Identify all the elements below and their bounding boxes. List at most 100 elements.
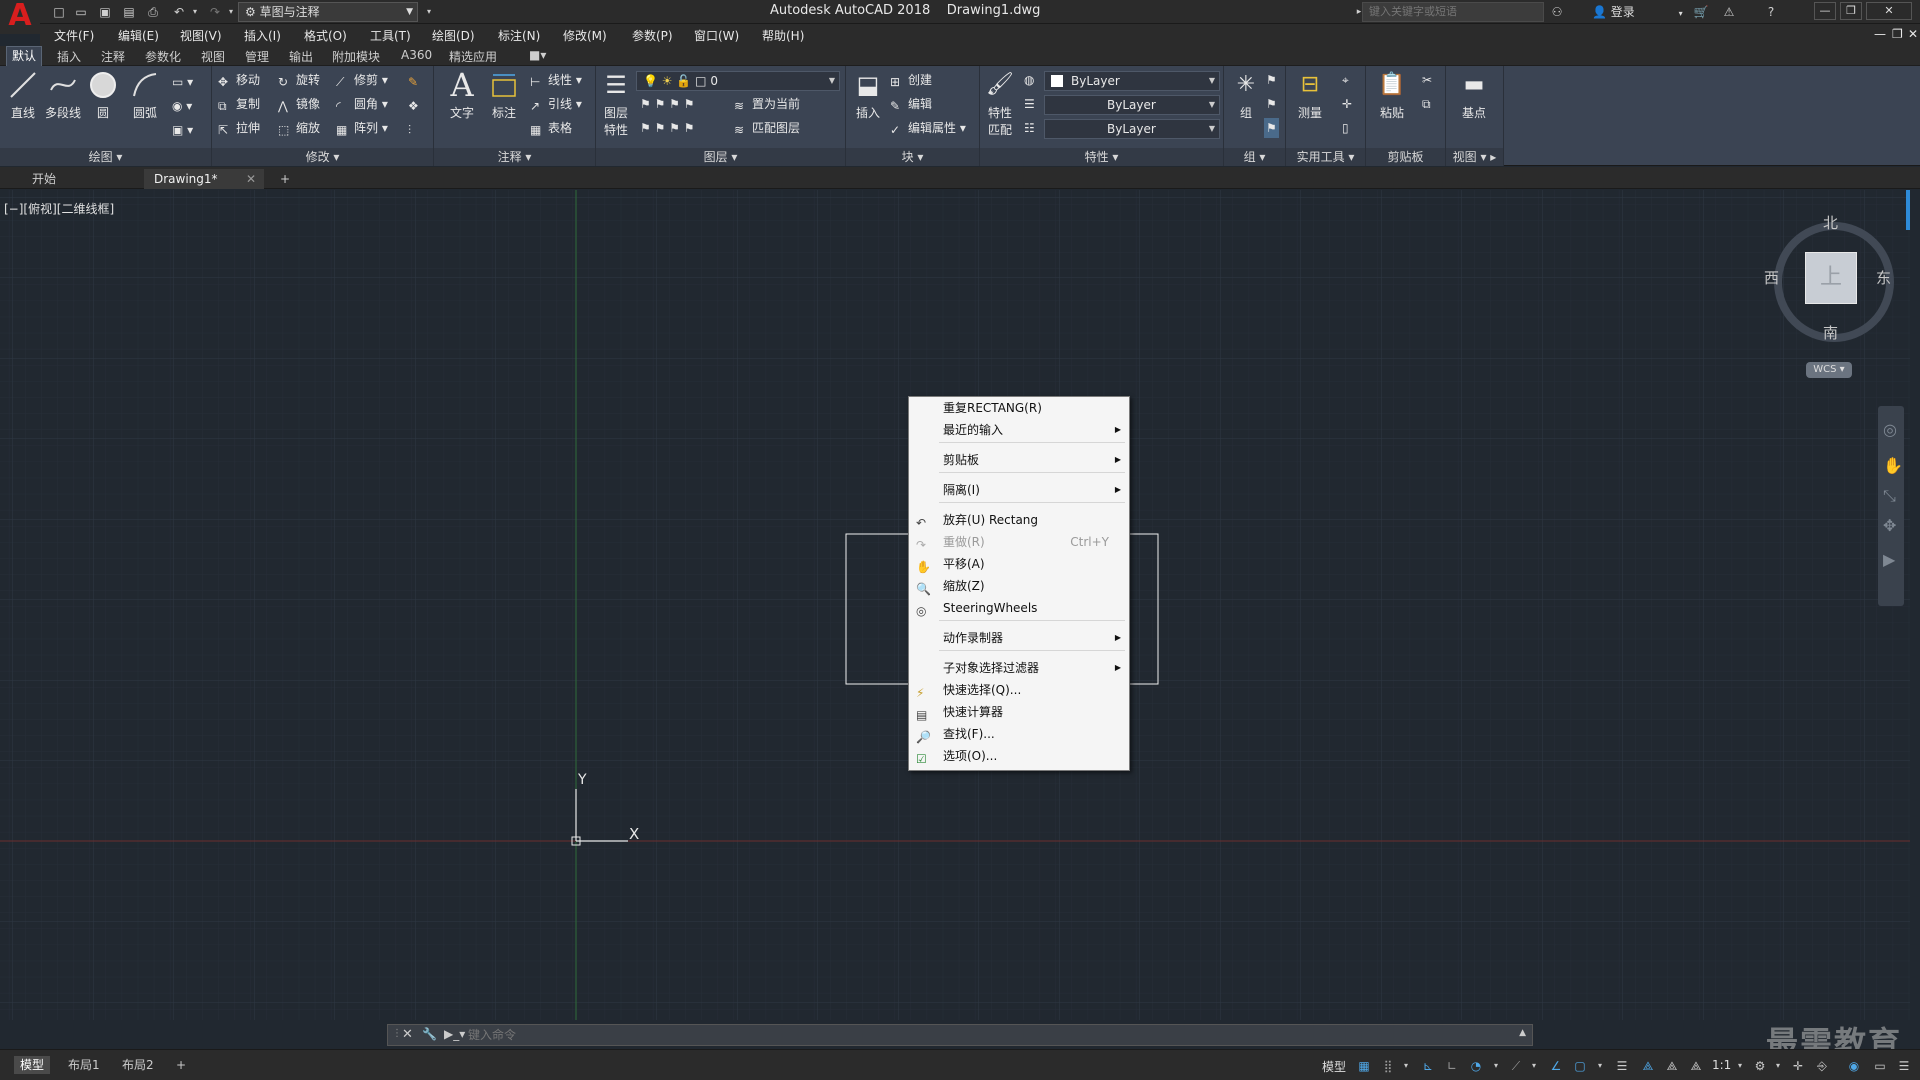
make-current-tool[interactable]: ≋ 置为当前 — [734, 94, 800, 114]
measure-tool[interactable]: ⊟ 测量 — [1290, 70, 1330, 121]
lineweight-toggle-icon[interactable]: ☰ — [1614, 1058, 1630, 1074]
group-edit-icon[interactable]: ⚑ — [1266, 94, 1277, 114]
tab-start[interactable]: 开始 — [22, 169, 142, 189]
table-tool[interactable]: ▦ 表格 — [530, 118, 572, 138]
snap-dropdown-icon[interactable]: ▾ — [1398, 1058, 1414, 1074]
save-as-icon[interactable]: ▤ — [120, 3, 138, 21]
layer-tools-row2[interactable]: ⚑ ⚑ ⚑ ⚑ — [640, 118, 694, 138]
new-tab-button[interactable]: + — [274, 169, 296, 189]
array-tool[interactable]: ▦ 阵列 ▾ — [336, 118, 388, 138]
annotation-scale-icon[interactable]: ⟁ — [1688, 1058, 1704, 1074]
tab-layout1[interactable]: 布局1 — [62, 1056, 106, 1074]
tab-manage[interactable]: 管理 — [240, 48, 274, 65]
viewport-controls-label[interactable]: [−][俯视][二维线框] — [4, 200, 114, 217]
infer-constraints-icon[interactable]: ⊾ — [1420, 1058, 1436, 1074]
tab-parametric[interactable]: 参数化 — [140, 48, 186, 65]
menu-recent-input[interactable]: 最近的输入 ▶ — [909, 420, 1129, 440]
panel-block-title[interactable]: 块 ▾ — [846, 148, 979, 166]
panel-view-title[interactable]: 视图 ▾ ▸ — [1446, 148, 1503, 166]
annotation-visibility-icon[interactable]: ⟁ — [1640, 1058, 1656, 1074]
insert-block-tool[interactable]: ⬓ 插入 — [848, 70, 888, 121]
stretch-tool[interactable]: ⇱ 拉伸 — [218, 118, 260, 138]
panel-draw-title[interactable]: 绘图 ▾ — [0, 148, 211, 166]
menu-pan[interactable]: ✋ 平移(A) — [909, 554, 1129, 574]
doc-minimize-icon[interactable]: — — [1874, 27, 1886, 41]
customization-menu-icon[interactable]: ☰ — [1896, 1058, 1912, 1074]
zoom-extents-icon[interactable]: ⤡ — [1883, 486, 1896, 506]
tab-default[interactable]: 默认 — [6, 46, 43, 66]
ribbon-options-icon[interactable]: ■▾ — [524, 48, 551, 62]
tab-layout2[interactable]: 布局2 — [116, 1056, 160, 1074]
tab-addins[interactable]: 附加模块 — [327, 48, 385, 65]
menu-modify[interactable]: 修改(M) — [563, 27, 607, 44]
viewcube-south[interactable]: 南 — [1823, 322, 1838, 343]
open-file-icon[interactable]: ▭ — [72, 3, 90, 21]
menu-find[interactable]: 🔎 查找(F)... — [909, 724, 1129, 744]
circle-tool[interactable]: 圆 — [83, 70, 123, 121]
match-properties-tool[interactable]: 🖌 特性 匹配 — [980, 70, 1020, 138]
isodraft-icon[interactable]: ⟋ — [1508, 1058, 1524, 1074]
panel-properties-title[interactable]: 特性 ▾ — [980, 148, 1223, 166]
fillet-tool[interactable]: ◜ 圆角 ▾ — [336, 94, 388, 114]
mirror-tool[interactable]: ⋀ 镜像 — [278, 94, 320, 114]
new-file-icon[interactable]: □ — [50, 3, 68, 21]
text-tool[interactable]: A 文字 — [442, 69, 482, 121]
panel-modify-title[interactable]: 修改 ▾ — [212, 148, 433, 166]
print-icon[interactable]: ⎙ — [144, 3, 162, 21]
polar-dropdown-icon[interactable]: ▾ — [1488, 1058, 1504, 1074]
menu-quickcalc[interactable]: ▤ 快速计算器 — [909, 702, 1129, 722]
linetype-icon[interactable]: ☰ — [1024, 94, 1035, 114]
trim-tool[interactable]: ⟋ 修剪 ▾ — [336, 70, 388, 90]
group-tool[interactable]: ✳ 组 — [1226, 70, 1266, 121]
polar-tracking-icon[interactable]: ◔ — [1468, 1058, 1484, 1074]
menu-subobject-filter[interactable]: 子对象选择过滤器 ▶ — [909, 658, 1129, 678]
viewcube-east[interactable]: 东 — [1876, 267, 1891, 288]
dimension-tool[interactable]: 标注 — [484, 70, 524, 121]
menu-file[interactable]: 文件(F) — [54, 27, 94, 44]
add-layout-button[interactable]: + — [170, 1056, 192, 1074]
isodraft-dropdown-icon[interactable]: ▾ — [1526, 1058, 1542, 1074]
viewcube[interactable]: 上 北 南 西 东 — [1764, 212, 1894, 342]
login-button[interactable]: 👤 登录 ▾ — [1592, 3, 1683, 20]
color-dropdown[interactable]: ByLayer ▼ — [1044, 71, 1220, 91]
explode-tool[interactable]: ❖ — [408, 94, 426, 114]
showmotion-icon[interactable]: ▶ — [1883, 550, 1895, 569]
menu-view[interactable]: 视图(V) — [180, 27, 222, 44]
menu-steeringwheels[interactable]: ◎ SteeringWheels — [909, 598, 1129, 618]
menu-zoom[interactable]: 🔍 缩放(Z) — [909, 576, 1129, 596]
linear-dim-tool[interactable]: ⊢ 线性 ▾ — [530, 70, 582, 90]
workspace-gear-icon[interactable]: ⚙ — [1752, 1058, 1768, 1074]
hardware-acceleration-icon[interactable]: ◉ — [1846, 1058, 1862, 1074]
qat-customize-icon[interactable]: ▾ — [420, 3, 438, 21]
object-snap-tracking-icon[interactable]: ∠ — [1548, 1058, 1564, 1074]
cut-icon[interactable]: ✂ — [1422, 70, 1432, 90]
tab-featured-apps[interactable]: 精选应用 — [444, 48, 502, 65]
tab-output[interactable]: 输出 — [284, 48, 318, 65]
customize-wrench-icon[interactable]: 🔧 — [422, 1027, 437, 1041]
tab-insert[interactable]: 插入 — [52, 48, 86, 65]
copy-tool[interactable]: ⧉ 复制 — [218, 94, 260, 114]
close-button[interactable]: ✕ — [1866, 2, 1912, 20]
move-tool[interactable]: ✥ 移动 — [218, 70, 260, 90]
match-layer-tool[interactable]: ≋ 匹配图层 — [734, 118, 800, 138]
annotation-scale-value[interactable]: 1:1 — [1712, 1058, 1731, 1072]
menu-parametric[interactable]: 参数(P) — [632, 27, 673, 44]
rectangle-tool[interactable]: ▭ ▾ — [172, 72, 193, 92]
leader-tool[interactable]: ↗ 引线 ▾ — [530, 94, 582, 114]
offset-tool[interactable]: ⫶ — [408, 118, 426, 138]
menu-redo[interactable]: ↷ 重做(R) Ctrl+Y — [909, 532, 1129, 552]
line-tool[interactable]: 直线 — [3, 70, 43, 121]
hatch-tool[interactable]: ◉ ▾ — [172, 96, 192, 116]
calculator-icon[interactable]: ▯ — [1342, 118, 1349, 138]
layer-properties-tool[interactable]: ☰ 图层 特性 — [596, 70, 636, 138]
menu-options[interactable]: ☑ 选项(O)... — [909, 746, 1129, 766]
arc-tool[interactable]: 圆弧 — [125, 70, 165, 121]
menu-quick-select[interactable]: ⚡ 快速选择(Q)... — [909, 680, 1129, 700]
menu-tools[interactable]: 工具(T) — [370, 27, 411, 44]
close-tab-icon[interactable]: ✕ — [246, 169, 256, 189]
panel-annotation-title[interactable]: 注释 ▾ — [434, 148, 595, 166]
panel-layers-title[interactable]: 图层 ▾ — [596, 148, 845, 166]
orbit-icon[interactable]: ✥ — [1883, 516, 1896, 535]
auto-scale-icon[interactable]: ⟁ — [1664, 1058, 1680, 1074]
maximize-button[interactable]: ❐ — [1840, 2, 1862, 20]
